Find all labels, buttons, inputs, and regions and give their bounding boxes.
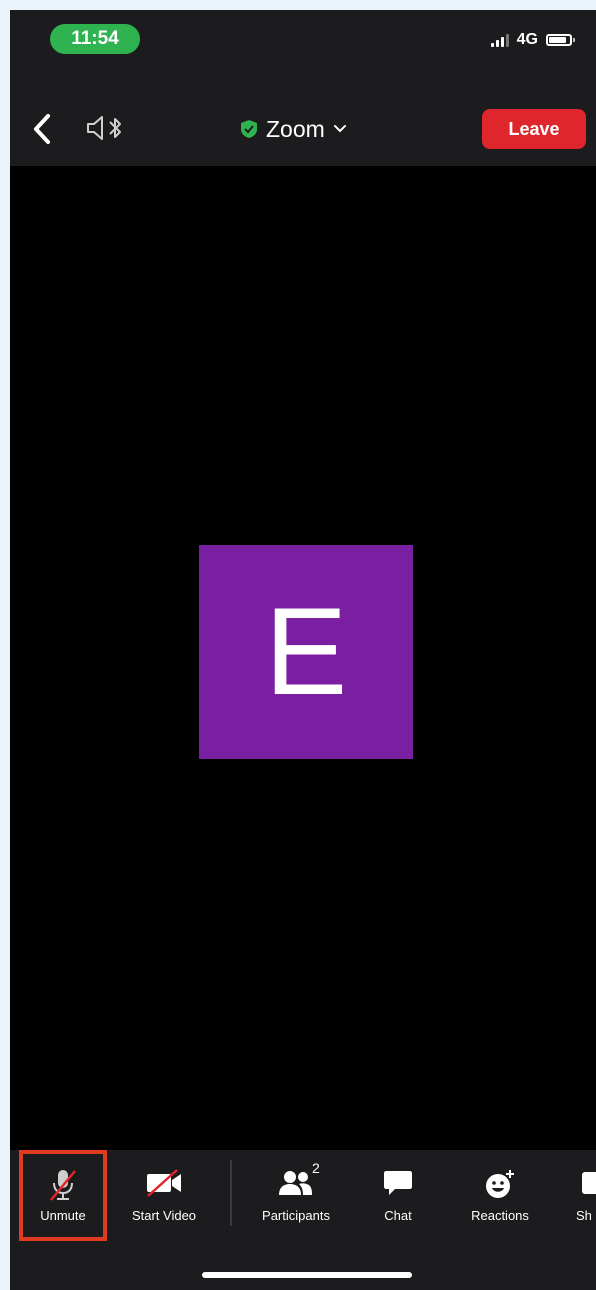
participants-button[interactable]: 2 Participants [246,1150,346,1240]
share-icon [582,1172,596,1194]
chat-button[interactable]: Chat [366,1150,430,1240]
phone-screen: 11:54 4G Zoom Leave E Unmute Start Video… [10,10,596,1290]
chevron-down-icon [333,125,346,133]
battery-icon [546,34,575,46]
participant-count: 2 [312,1160,320,1176]
meeting-title: Zoom [266,115,325,142]
leave-button[interactable]: Leave [482,109,586,149]
speaker-bluetooth-icon [87,116,121,140]
audio-output-button[interactable] [84,113,132,143]
status-indicators: 4G [490,30,575,50]
home-indicator [202,1272,412,1278]
signal-icon [490,33,509,47]
meeting-toolbar: Unmute Start Video 2 Participants Chat R… [10,1150,596,1290]
share-label: Sh [576,1208,592,1223]
network-label: 4G [516,31,538,48]
participants-icon [279,1171,312,1195]
chevron-left-icon [34,114,50,144]
chat-label: Chat [384,1208,412,1223]
video-area: E [10,166,596,1150]
share-button[interactable]: Sh [576,1150,596,1240]
participant-avatar: E [199,545,413,759]
back-button[interactable] [28,112,58,146]
status-time: 11:54 [50,24,140,54]
start-video-label: Start Video [131,1208,197,1223]
reactions-icon [486,1170,514,1198]
participants-label: Participants [262,1208,330,1223]
reactions-button[interactable]: Reactions [456,1150,544,1240]
toolbar-divider [230,1160,232,1226]
status-bar: 11:54 4G [10,10,596,72]
chat-bubble-icon [384,1171,412,1195]
meeting-top-bar: Zoom Leave [10,72,596,166]
start-video-button[interactable]: Start Video [114,1150,214,1240]
reactions-label: Reactions [471,1208,529,1223]
highlight-box [19,1150,107,1241]
video-off-icon [147,1169,181,1197]
meeting-title-button[interactable]: Zoom [240,114,347,144]
shield-check-icon [241,120,257,138]
